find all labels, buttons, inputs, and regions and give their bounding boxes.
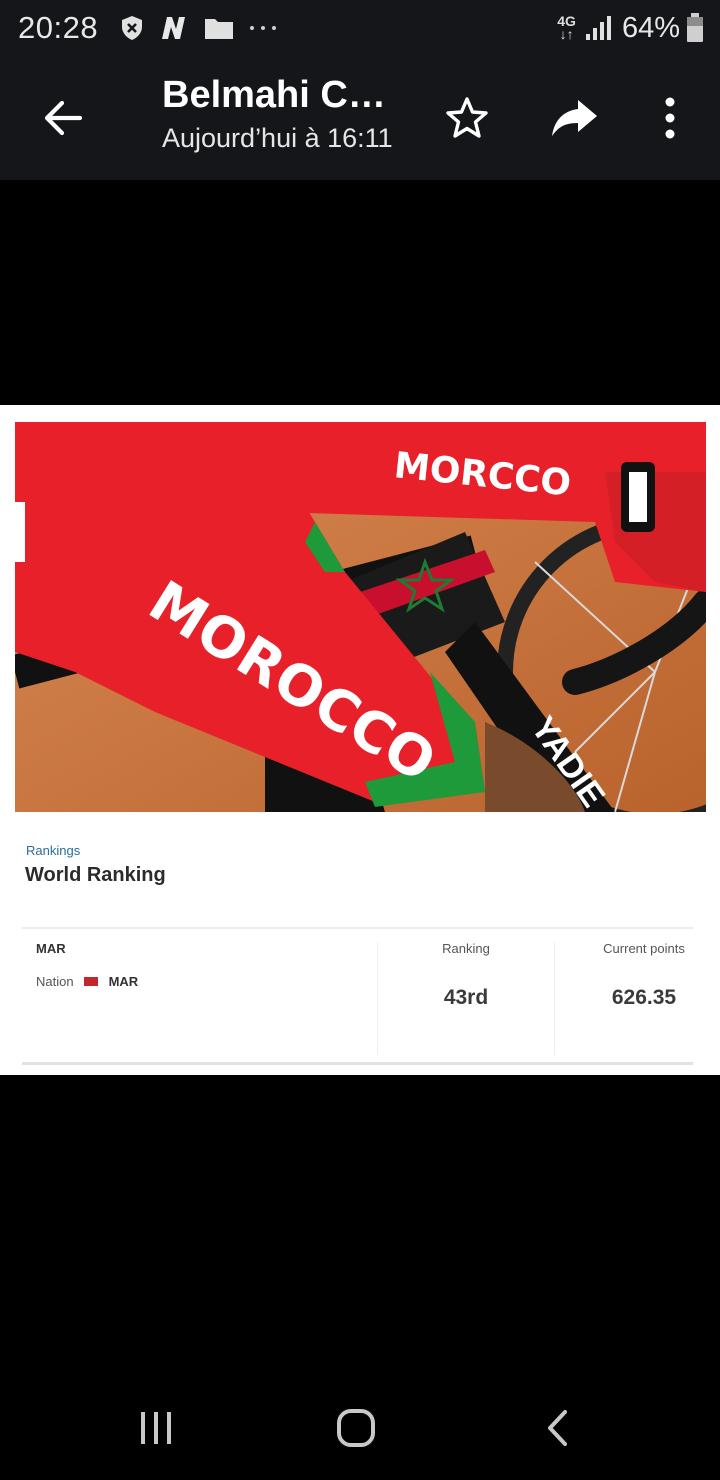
rankings-link: Rankings xyxy=(26,843,81,858)
status-notification-icons xyxy=(120,13,292,43)
nation-row: Nation MAR xyxy=(36,974,138,989)
n-app-icon xyxy=(162,17,185,39)
more-vert-icon xyxy=(665,97,675,139)
network-activity: ↓↑ xyxy=(559,26,574,42)
nation-label: Nation xyxy=(36,974,74,989)
battery-percent: 64% xyxy=(621,11,680,44)
star-button[interactable] xyxy=(442,94,492,142)
ranking-header: Ranking xyxy=(442,941,490,956)
back-button[interactable] xyxy=(36,94,90,142)
points-header: Current points xyxy=(603,941,685,956)
back-nav-icon xyxy=(548,1410,567,1446)
morocco-flag-icon xyxy=(83,977,98,986)
signal-icon xyxy=(585,16,611,40)
message-header: Belmahi Cy… Aujourd’hui à 16:11 xyxy=(162,74,422,154)
column-divider xyxy=(377,942,378,1055)
share-icon xyxy=(552,100,597,136)
nation-code: MAR xyxy=(108,974,139,989)
message-sender-title: Belmahi Cy… xyxy=(162,74,402,116)
recent-apps-button[interactable] xyxy=(136,1408,176,1448)
ranking-value: 43rd xyxy=(443,986,489,1009)
cyclist-photo: YADIE MORCCO MOROCCO xyxy=(15,422,706,812)
image-viewer[interactable]: YADIE MORCCO MOROCCO Rankings World Rank… xyxy=(0,180,720,1380)
status-time: 20:28 xyxy=(18,10,99,45)
panel-bottom-border xyxy=(22,1062,693,1065)
cyclist-illustration: YADIE MORCCO MOROCCO xyxy=(15,422,706,812)
ranking-title: World Ranking xyxy=(25,864,166,886)
divider xyxy=(22,927,693,929)
shared-image-card: YADIE MORCCO MOROCCO Rankings World Rank… xyxy=(0,405,720,1075)
column-divider xyxy=(554,942,555,1055)
more-dots-icon xyxy=(250,26,276,30)
status-system-icons: 4G ↓↑ 64% xyxy=(557,8,704,48)
screen: 20:28 4G ↓↑ 64% Belmahi Cy… Aujourd’hui … xyxy=(0,0,720,1480)
recent-apps-icon xyxy=(141,1412,171,1444)
network-type: 4G ↓↑ xyxy=(557,14,576,42)
status-bar: 20:28 4G ↓↑ 64% xyxy=(0,0,720,56)
folder-icon xyxy=(205,19,233,39)
message-timestamp: Aujourd’hui à 16:11 xyxy=(162,123,393,153)
home-button[interactable] xyxy=(334,1406,378,1450)
navigation-bar xyxy=(0,1380,720,1480)
share-button[interactable] xyxy=(548,94,602,142)
back-nav-button[interactable] xyxy=(540,1406,576,1450)
points-value: 626.35 xyxy=(611,986,677,1009)
ranking-panel: Rankings World Ranking MAR Nation MAR Ra… xyxy=(0,812,720,1075)
app-bar: Belmahi Cy… Aujourd’hui à 16:11 xyxy=(0,56,720,180)
team-code: MAR xyxy=(36,941,66,956)
star-icon xyxy=(446,97,488,138)
shield-x-icon xyxy=(122,16,142,40)
more-options-button[interactable] xyxy=(650,94,690,142)
battery-icon xyxy=(687,13,703,42)
back-arrow-icon xyxy=(44,100,83,136)
home-icon xyxy=(337,1409,375,1447)
